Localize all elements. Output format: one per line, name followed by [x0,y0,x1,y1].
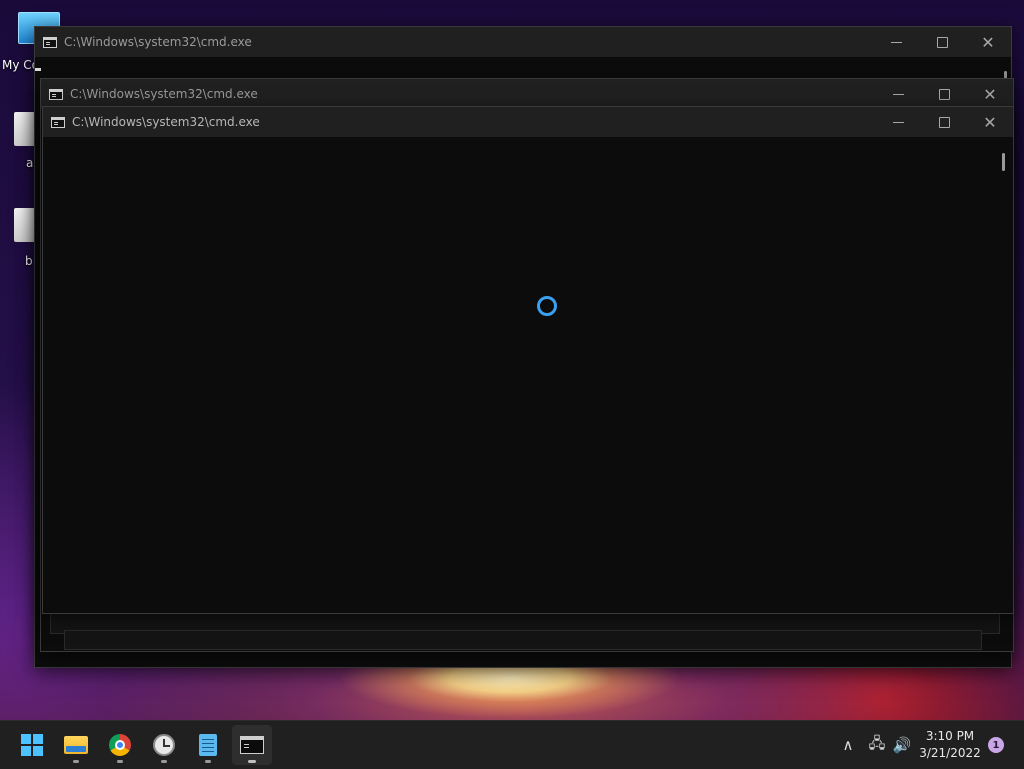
taskbar-chrome[interactable] [100,725,140,765]
chevron-up-icon[interactable]: ∧ [838,736,858,754]
clock-area[interactable]: 3:10 PM 3/21/2022 [918,721,982,769]
minimize-button[interactable] [875,107,921,137]
taskbar-file-explorer[interactable] [56,725,96,765]
taskbar-date: 3/21/2022 [919,746,981,760]
taskbar-clock-app[interactable] [144,725,184,765]
volume-icon[interactable]: 🔊 [890,736,914,754]
taskbar-time: 3:10 PM [925,729,975,743]
running-indicator [248,760,256,763]
clock-app-icon [153,734,175,756]
loading-spinner-icon [537,296,557,316]
window-titlebar[interactable]: C:\Windows\system32\cmd.exe ✕ [41,79,1013,109]
taskbar-notepad[interactable] [188,725,228,765]
maximize-button[interactable] [921,79,967,109]
close-button[interactable]: ✕ [967,79,1013,109]
start-icon [21,734,43,756]
file-icon [14,208,36,242]
command-prompt-icon [240,736,264,754]
close-button[interactable]: ✕ [965,27,1011,57]
taskbar: ∧ 🖧 🔊 3:10 PM 3/21/2022 1 [0,720,1024,769]
window-titlebar[interactable]: C:\Windows\system32\cmd.exe ✕ [43,107,1013,137]
start-button[interactable] [12,725,52,765]
close-button[interactable]: ✕ [967,107,1013,137]
taskbar-command-prompt[interactable] [232,725,272,765]
notification-badge: 1 [988,737,1004,753]
file-explorer-icon [64,736,88,754]
running-indicator [205,760,211,763]
window-edge [64,630,982,650]
minimize-button[interactable] [875,79,921,109]
file-icon [14,112,36,146]
notification-center[interactable]: 1 [988,721,1004,769]
network-icon[interactable]: 🖧 [864,733,890,758]
window-title: C:\Windows\system32\cmd.exe [70,87,258,101]
minimize-button[interactable] [873,27,919,57]
scrollbar-thumb[interactable] [1002,153,1005,171]
cmd-window-front[interactable]: C:\Windows\system32\cmd.exe ✕ [42,106,1014,614]
running-indicator [117,760,123,763]
running-indicator [73,760,79,763]
maximize-button[interactable] [921,107,967,137]
window-title: C:\Windows\system32\cmd.exe [64,35,252,49]
cmd-icon [49,88,63,100]
window-title: C:\Windows\system32\cmd.exe [72,115,260,129]
text-cursor [35,68,41,71]
desktop-icon-label: b [25,254,33,268]
desktop: My Co a b C:\Windows\system32\cmd.exe ✕ … [0,0,1024,720]
notepad-icon [199,734,217,756]
system-tray: ∧ 🖧 🔊 [838,721,914,769]
cmd-icon [43,36,57,48]
cmd-icon [51,116,65,128]
desktop-icon-label: a [26,156,34,170]
window-titlebar[interactable]: C:\Windows\system32\cmd.exe ✕ [35,27,1011,57]
maximize-button[interactable] [919,27,965,57]
running-indicator [161,760,167,763]
chrome-icon [109,734,131,756]
